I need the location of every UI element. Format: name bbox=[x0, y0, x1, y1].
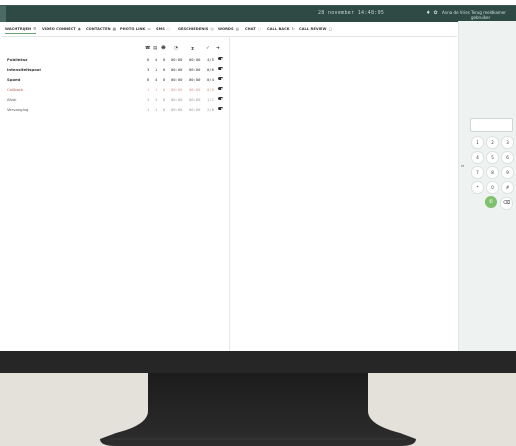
gear-icon[interactable]: ✿ bbox=[433, 10, 437, 16]
queue-toggle[interactable] bbox=[218, 97, 223, 100]
agents-icon: ☻ bbox=[161, 46, 166, 51]
top-bar: 28 november 14:48:05 ♦ ✿ Anna de Vries Te… bbox=[0, 5, 516, 22]
queue-name: Callback bbox=[7, 87, 24, 92]
backspace-icon: ⌫ bbox=[502, 200, 511, 206]
queue-toggle[interactable] bbox=[218, 57, 223, 60]
queue-row[interactable]: Vervanging 1 1 0 00:00 00:00 2/8 bbox=[7, 107, 229, 117]
dial-key-2[interactable]: 2 bbox=[486, 136, 499, 149]
queue-toggle[interactable] bbox=[218, 107, 223, 110]
dialer-panel: ⇔ 1 2 3 4 5 6 7 8 9 * 0 # ✆ ⌫ bbox=[458, 21, 516, 351]
logout-link[interactable]: Terug meldkamer gebruiker bbox=[471, 10, 516, 20]
callback-icon: ↻ bbox=[291, 27, 295, 31]
dial-key-9[interactable]: 9 bbox=[501, 166, 514, 179]
queue-name: Spoed bbox=[7, 77, 21, 82]
user-name[interactable]: Anna de Vries bbox=[442, 10, 470, 15]
queue-panel: ☎ ▤ ☻ ◔ ⧗ ✓ ➜ Publieksz 6 4 0 00:00 00:0… bbox=[2, 37, 230, 351]
timer-icon: ◔ bbox=[174, 46, 178, 51]
dial-key-1[interactable]: 1 bbox=[471, 136, 484, 149]
history-icon: ◷ bbox=[210, 27, 214, 31]
monitor-screen: 28 november 14:48:05 ♦ ✿ Anna de Vries Te… bbox=[0, 0, 516, 351]
contacts-icon: ▦ bbox=[112, 27, 117, 31]
list-icon: ☰ bbox=[33, 27, 37, 31]
queue-row[interactable]: Spoed 6 4 0 00:00 00:00 0/4 bbox=[7, 77, 229, 87]
tab-bar: WACHTRIJEN ☰ VIDEO CONNECT ◉ CONTACTEN ▦ PH… bbox=[2, 24, 457, 37]
check-icon: ✓ bbox=[206, 46, 210, 51]
chevron-icon[interactable]: ⇔ bbox=[461, 163, 464, 168]
dial-key-7[interactable]: 7 bbox=[471, 166, 484, 179]
dial-key-4[interactable]: 4 bbox=[471, 151, 484, 164]
tab-call-review[interactable]: CALL REVIEW ▢ bbox=[299, 27, 332, 31]
phone-icon: ✆ bbox=[488, 199, 494, 205]
tab-chat[interactable]: CHAT ◌ bbox=[245, 27, 261, 31]
phone-icon: ☎ bbox=[145, 46, 151, 51]
queue-toggle[interactable] bbox=[218, 77, 223, 80]
tab-geschiedenis[interactable]: GESCHIEDENIS ◷ bbox=[178, 27, 214, 31]
dial-key-6[interactable]: 6 bbox=[501, 151, 514, 164]
photo-icon: ▭ bbox=[147, 27, 151, 31]
words-icon: ▤ bbox=[235, 27, 240, 31]
message-icon: ▤ bbox=[153, 46, 158, 51]
call-button[interactable]: ✆ bbox=[485, 196, 497, 208]
hourglass-icon: ⧗ bbox=[191, 47, 195, 52]
tab-sms[interactable]: SMS ◌ bbox=[156, 27, 170, 31]
queue-row[interactable]: Afval 4 4 0 00:00 00:00 1/1 bbox=[7, 97, 229, 107]
tab-video-connect[interactable]: VIDEO CONNECT ◉ bbox=[42, 27, 81, 31]
queue-name: Vervanging bbox=[7, 107, 29, 112]
delete-button[interactable]: ⌫ bbox=[500, 197, 513, 210]
queue-name: Afval bbox=[7, 97, 17, 102]
tab-words[interactable]: WORDS ▤ bbox=[218, 27, 239, 31]
logout-icon: ➜ bbox=[216, 46, 220, 51]
topbar-accent bbox=[0, 6, 6, 22]
monitor-bezel bbox=[0, 351, 516, 373]
chat-icon: ◌ bbox=[257, 27, 261, 31]
video-icon: ◉ bbox=[77, 27, 81, 31]
sms-icon: ◌ bbox=[166, 27, 171, 31]
date-time: 28 november 14:48:05 bbox=[318, 10, 385, 16]
queue-toggle[interactable] bbox=[218, 67, 223, 70]
dial-input[interactable] bbox=[470, 118, 513, 132]
queue-row[interactable]: Intensiteitspool 3 1 0 00:00 00:00 0/6 bbox=[7, 67, 229, 77]
review-icon: ▢ bbox=[328, 27, 333, 31]
queue-name: Intensiteitspool bbox=[7, 67, 41, 72]
monitor-stand bbox=[100, 373, 416, 446]
dial-key-0[interactable]: 0 bbox=[486, 181, 499, 194]
dial-key-8[interactable]: 8 bbox=[486, 166, 499, 179]
tab-call-back[interactable]: CALL BACK ↻ bbox=[267, 27, 295, 31]
dial-key-3[interactable]: 3 bbox=[501, 136, 514, 149]
dial-key-star[interactable]: * bbox=[471, 181, 484, 194]
dial-key-5[interactable]: 5 bbox=[486, 151, 499, 164]
queue-toggle[interactable] bbox=[218, 87, 223, 90]
queue-row[interactable]: Callback 1 1 0 00:00 00:00 0/0 bbox=[7, 87, 229, 97]
tab-contacten[interactable]: CONTACTEN ▦ bbox=[86, 27, 116, 31]
dial-key-hash[interactable]: # bbox=[501, 181, 514, 194]
tab-wachtrijen[interactable]: WACHTRIJEN ☰ bbox=[5, 27, 37, 34]
queue-row[interactable]: Publieksz 6 4 0 00:00 00:00 4/5 bbox=[7, 57, 229, 67]
tab-photo-link[interactable]: PHOTO LINK ▭ bbox=[120, 27, 151, 31]
queue-name: Publieksz bbox=[7, 57, 28, 62]
detail-panel bbox=[230, 37, 457, 351]
bell-icon[interactable]: ♦ bbox=[426, 10, 430, 16]
